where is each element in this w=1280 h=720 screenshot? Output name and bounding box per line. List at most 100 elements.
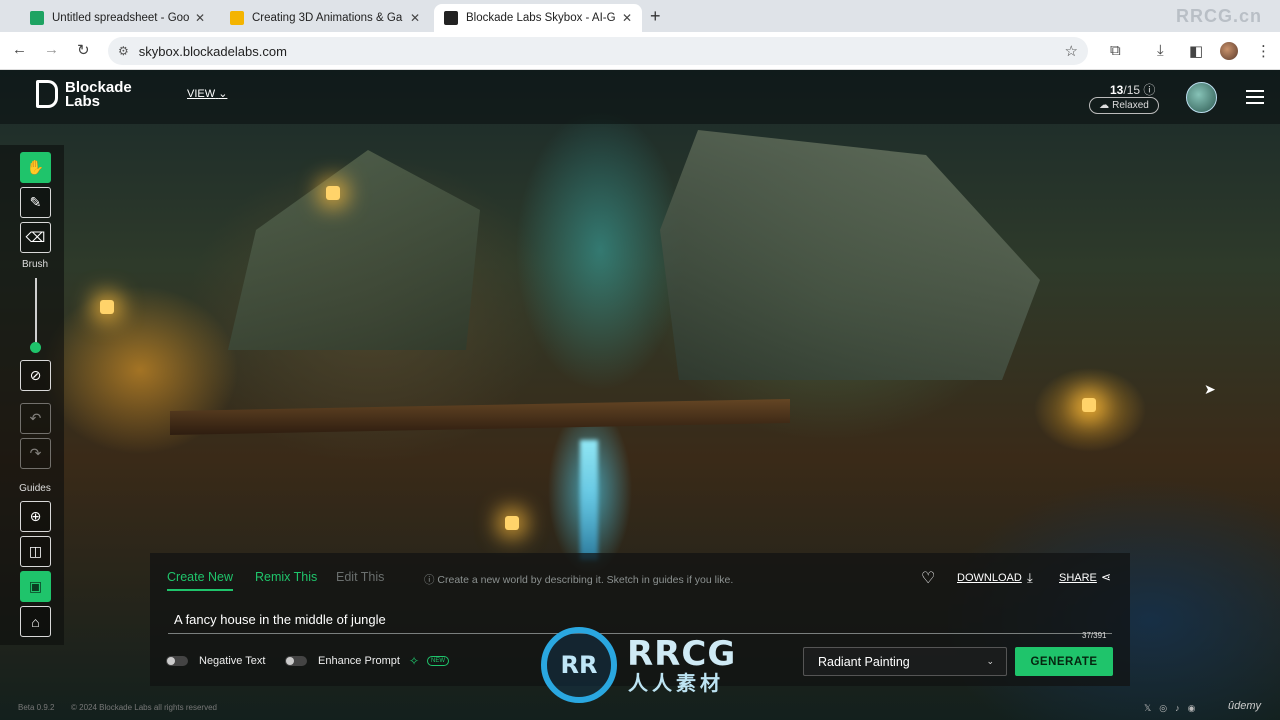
mode-badge[interactable]: ☁ Relaxed <box>1089 97 1159 114</box>
browser-toolbar: ← → ↻ ⚙ skybox.blockadelabs.com ☆ ⧉ ⤓ ◧ … <box>0 32 1280 70</box>
close-icon[interactable]: ✕ <box>195 11 205 25</box>
cube-guide[interactable]: ◫ <box>20 536 51 567</box>
browser-tab-skybox[interactable]: Blockade Labs Skybox - AI-G ✕ <box>434 4 642 32</box>
browser-menu-icon[interactable]: ⋮ <box>1256 42 1271 60</box>
scene-lamp <box>1082 398 1096 412</box>
close-icon[interactable]: ✕ <box>410 11 420 25</box>
scene-lamp <box>505 516 519 530</box>
address-bar[interactable]: ⚙ skybox.blockadelabs.com ☆ <box>108 37 1088 65</box>
credits-counter: 13/15 ⓘ <box>1110 83 1156 97</box>
user-avatar[interactable] <box>1186 82 1217 113</box>
pan-hand-tool[interactable]: ✋ <box>20 152 51 183</box>
copyright-text: © 2024 Blockade Labs all rights reserved <box>71 703 217 712</box>
eraser-icon: ⌫ <box>25 229 46 245</box>
info-icon: ⓘ <box>424 574 438 586</box>
x-icon[interactable]: 𝕏 <box>1144 703 1159 713</box>
generate-button[interactable]: GENERATE <box>1015 647 1113 676</box>
room-icon: ⌂ <box>31 613 40 630</box>
view-menu-button[interactable]: VIEW ⌄ <box>187 87 227 100</box>
prompt-hint: ⓘ Create a new world by describing it. S… <box>424 574 734 586</box>
url-text: skybox.blockadelabs.com <box>138 43 287 59</box>
brush-label: Brush <box>21 259 49 270</box>
new-tab-button[interactable]: + <box>650 6 661 27</box>
browser-tab-bar: Untitled spreadsheet - Google ✕ Creating… <box>0 0 1280 32</box>
forward-arrow-icon[interactable]: → <box>44 41 59 58</box>
tab-edit-this[interactable]: Edit This <box>336 570 384 584</box>
download-button[interactable]: DOWNLOAD <box>957 572 1022 584</box>
clear-icon: ⊘ <box>29 367 42 383</box>
scene-waterfall <box>580 440 598 560</box>
side-panel-icon[interactable]: ◧ <box>1189 42 1203 60</box>
site-settings-icon[interactable]: ⚙ <box>118 44 129 58</box>
reload-icon[interactable]: ↻ <box>77 41 90 59</box>
share-icon[interactable]: ⋖ <box>1101 570 1111 584</box>
discord-icon[interactable]: ◉ <box>1188 703 1204 713</box>
mouse-cursor-icon: ➤ <box>1204 381 1216 397</box>
blockade-favicon-icon <box>444 11 458 25</box>
undo-button[interactable]: ↶ <box>20 403 51 434</box>
profile-avatar[interactable] <box>1220 42 1238 60</box>
chevron-down-icon: ⌄ <box>218 88 228 100</box>
heart-icon[interactable]: ♡ <box>921 568 935 588</box>
negative-text-toggle[interactable] <box>166 656 188 666</box>
browser-tab-course[interactable]: Creating 3D Animations & Ga ✕ <box>220 4 430 32</box>
blockade-logo-icon[interactable] <box>36 80 58 108</box>
close-icon[interactable]: ✕ <box>622 11 632 25</box>
guides-label: Guides <box>19 483 51 494</box>
watermark-logo: RR <box>541 627 617 703</box>
new-badge: NEW <box>427 656 449 666</box>
redo-button[interactable]: ↷ <box>20 438 51 469</box>
globe-icon: ⊕ <box>29 508 42 524</box>
udemy-watermark: ûdemy <box>1228 700 1262 712</box>
scene-bridge <box>170 399 790 435</box>
browser-tab-spreadsheet[interactable]: Untitled spreadsheet - Google ✕ <box>20 4 215 32</box>
bookmark-star-icon[interactable]: ☆ <box>1065 42 1078 60</box>
redo-icon: ↷ <box>29 445 42 461</box>
scene-lamp <box>100 300 114 314</box>
image-guide[interactable]: ▣ <box>20 571 51 602</box>
download-icon[interactable]: ⤓ <box>1027 570 1033 586</box>
scene-lamp <box>326 186 340 200</box>
brush-icon: ✎ <box>29 194 42 210</box>
drawing-toolbar <box>0 145 64 645</box>
sheets-favicon-icon <box>30 11 44 25</box>
style-select[interactable]: Radiant Painting ⌄ <box>803 647 1007 676</box>
tab-remix-this[interactable]: Remix This <box>255 570 317 584</box>
version-text: Beta 0.9.2 <box>18 703 55 712</box>
corner-watermark: RRCG.cn <box>1175 6 1262 26</box>
sparkle-icon: ✧ <box>409 654 420 668</box>
brush-size-slider[interactable] <box>35 278 37 346</box>
enhance-prompt-label: Enhance Prompt <box>318 655 400 667</box>
prompt-input[interactable] <box>168 606 1112 634</box>
brush-tool[interactable]: ✎ <box>20 187 51 218</box>
social-links: 𝕏◎♪◉ <box>1144 703 1203 714</box>
info-icon[interactable]: ⓘ <box>1143 83 1155 97</box>
back-arrow-icon[interactable]: ← <box>12 41 27 58</box>
download-icon[interactable]: ⤓ <box>1157 42 1164 59</box>
eraser-tool[interactable]: ⌫ <box>20 222 51 253</box>
cube-icon: ◫ <box>28 543 43 559</box>
char-counter: 37/391 <box>1082 631 1107 640</box>
scene-roof-right <box>660 130 1040 380</box>
mode-icon: ☁ <box>1099 100 1110 111</box>
tab-create-new[interactable]: Create New <box>167 570 233 591</box>
globe-guide[interactable]: ⊕ <box>20 501 51 532</box>
image-icon: ▣ <box>28 578 43 594</box>
tiktok-icon[interactable]: ♪ <box>1175 703 1188 713</box>
scene-roof-left <box>228 150 480 350</box>
undo-icon: ↶ <box>29 410 42 426</box>
extensions-icon[interactable]: ⧉ <box>1110 42 1121 59</box>
clear-tool[interactable]: ⊘ <box>20 360 51 391</box>
logo-text[interactable]: Blockade Labs <box>65 80 155 109</box>
slides-favicon-icon <box>230 11 244 25</box>
watermark-subtext: 人人素材 <box>628 673 724 695</box>
hamburger-menu-icon[interactable] <box>1246 90 1264 104</box>
negative-text-label: Negative Text <box>199 655 266 667</box>
share-button[interactable]: SHARE <box>1059 572 1097 584</box>
room-guide[interactable]: ⌂ <box>20 606 51 637</box>
hand-icon: ✋ <box>26 159 45 175</box>
brush-size-knob[interactable] <box>30 342 41 353</box>
instagram-icon[interactable]: ◎ <box>1159 703 1175 713</box>
chevron-down-icon: ⌄ <box>986 656 994 666</box>
enhance-prompt-toggle[interactable] <box>285 656 307 666</box>
